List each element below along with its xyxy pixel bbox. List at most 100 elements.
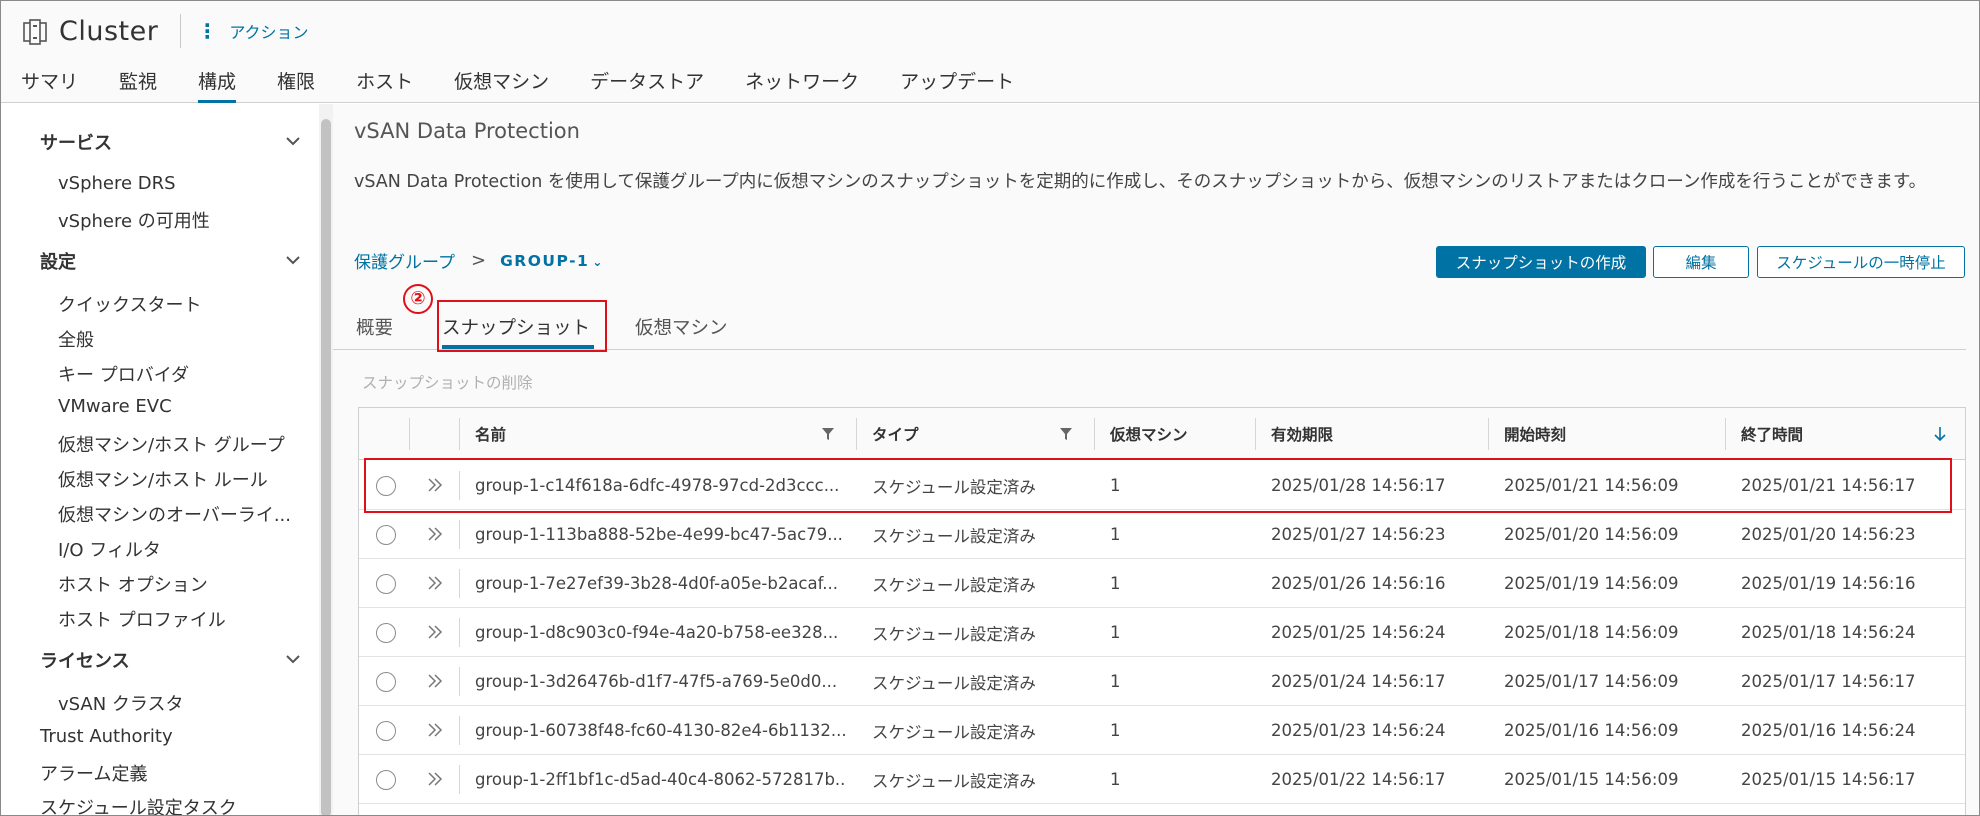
cell-end-time: 2025/01/16 14:56:24 bbox=[1741, 721, 1916, 740]
cell-start-time: 2025/01/19 14:56:09 bbox=[1504, 574, 1679, 593]
sidebar-item-vsan-cluster[interactable]: vSAN クラスタ bbox=[58, 690, 184, 716]
breadcrumb-group-dropdown[interactable]: GROUP-1 ⌄ bbox=[500, 252, 604, 270]
sidebar-item-vm-host-rules[interactable]: 仮想マシン/ホスト ルール bbox=[58, 466, 268, 492]
tab-overview[interactable]: 概要 bbox=[356, 314, 393, 340]
sidebar: サービス vSphere DRS vSphere の可用性 設定 クイックスター… bbox=[1, 104, 319, 815]
section-title: vSAN Data Protection bbox=[354, 119, 580, 143]
sidebar-item-host-options[interactable]: ホスト オプション bbox=[58, 571, 208, 597]
tab-monitor[interactable]: 監視 bbox=[119, 63, 157, 103]
double-chevron-right-icon[interactable] bbox=[426, 672, 444, 690]
double-chevron-right-icon[interactable] bbox=[426, 721, 444, 739]
row-select-radio[interactable] bbox=[376, 574, 396, 594]
kebab-icon: ⋮ bbox=[197, 19, 218, 43]
sidebar-group-settings[interactable]: 設定 bbox=[40, 248, 76, 274]
sidebar-group-license[interactable]: ライセンス bbox=[40, 647, 130, 673]
create-snapshot-button[interactable]: スナップショットの作成 bbox=[1436, 246, 1646, 278]
cell-vms: 1 bbox=[1110, 721, 1121, 740]
cell-name: group-1-3d26476b-d1f7-47f5-a769-5e0d0... bbox=[475, 672, 838, 691]
table-row[interactable]: group-1-d8c903c0-f94e-4a20-b758-ee328...… bbox=[359, 608, 1965, 657]
sidebar-item-scheduled-tasks[interactable]: スケジュール設定タスク bbox=[40, 794, 237, 815]
sidebar-item-trust-authority[interactable]: Trust Authority bbox=[40, 726, 173, 747]
row-select-radio[interactable] bbox=[376, 672, 396, 692]
sidebar-item-vm-host-groups[interactable]: 仮想マシン/ホスト グループ bbox=[58, 431, 285, 457]
table-row[interactable]: group-1-60738f48-fc60-4130-82e4-6b1132..… bbox=[359, 706, 1965, 755]
cell-end-time: 2025/01/15 14:56:17 bbox=[1741, 770, 1916, 789]
tab-hosts[interactable]: ホスト bbox=[356, 63, 413, 103]
cell-end-time: 2025/01/18 14:56:24 bbox=[1741, 623, 1916, 642]
main-content: vSAN Data Protection vSAN Data Protectio… bbox=[333, 104, 1979, 815]
edit-button[interactable]: 編集 bbox=[1653, 246, 1749, 278]
sidebar-item-vsphere-drs[interactable]: vSphere DRS bbox=[58, 173, 176, 194]
cell-expiration: 2025/01/25 14:56:24 bbox=[1271, 623, 1446, 642]
tab-configure[interactable]: 構成 bbox=[198, 63, 237, 103]
tab-summary[interactable]: サマリ bbox=[21, 63, 78, 103]
cell-type: スケジュール設定済み bbox=[872, 673, 1036, 693]
row-select-radio[interactable] bbox=[376, 525, 396, 545]
chevron-down-icon[interactable] bbox=[285, 133, 301, 149]
tab-vms[interactable]: 仮想マシン bbox=[454, 63, 549, 103]
tab-permissions[interactable]: 権限 bbox=[277, 63, 315, 103]
sidebar-item-key-provider[interactable]: キー プロバイダ bbox=[58, 361, 189, 387]
cell-end-time: 2025/01/20 14:56:23 bbox=[1741, 525, 1916, 544]
sidebar-scrollbar-thumb[interactable] bbox=[321, 119, 331, 815]
table-row[interactable]: group-1-2ff1bf1c-d5ad-40c4-8062-572817b.… bbox=[359, 755, 1965, 804]
chevron-down-icon[interactable] bbox=[285, 252, 301, 268]
column-header-end-time[interactable]: 終了時間 bbox=[1725, 408, 1925, 460]
tab-virtual-machines[interactable]: 仮想マシン bbox=[635, 314, 728, 340]
cell-start-time: 2025/01/16 14:56:09 bbox=[1504, 721, 1679, 740]
sidebar-item-vm-overrides[interactable]: 仮想マシンのオーバーライ... bbox=[58, 501, 291, 527]
sort-down-arrow-icon[interactable] bbox=[1932, 425, 1948, 443]
sidebar-item-host-profile[interactable]: ホスト プロファイル bbox=[58, 606, 226, 632]
column-header-expiration[interactable]: 有効期限 bbox=[1255, 408, 1488, 460]
double-chevron-right-icon[interactable] bbox=[426, 476, 444, 494]
sidebar-item-io-filters[interactable]: I/O フィルタ bbox=[58, 536, 161, 562]
tab-updates[interactable]: アップデート bbox=[900, 63, 1014, 103]
column-header-start-time[interactable]: 開始時刻 bbox=[1488, 408, 1725, 460]
sidebar-item-quickstart[interactable]: クイックスタート bbox=[58, 291, 201, 317]
double-chevron-right-icon[interactable] bbox=[426, 770, 444, 788]
double-chevron-right-icon[interactable] bbox=[426, 623, 444, 641]
row-select-radio[interactable] bbox=[376, 476, 396, 496]
chevron-down-icon[interactable] bbox=[285, 651, 301, 667]
sidebar-item-vmware-evc[interactable]: VMware EVC bbox=[58, 396, 172, 417]
sidebar-group-services[interactable]: サービス bbox=[40, 129, 112, 155]
chevron-right-icon: > bbox=[470, 250, 487, 271]
breadcrumb-protection-groups-link[interactable]: 保護グループ bbox=[354, 248, 455, 273]
tab-networks[interactable]: ネットワーク bbox=[745, 63, 859, 103]
sidebar-item-general[interactable]: 全般 bbox=[58, 326, 94, 352]
actions-label: アクション bbox=[229, 23, 309, 42]
cell-end-time: 2025/01/17 14:56:17 bbox=[1741, 672, 1916, 691]
sidebar-item-alarm-definitions[interactable]: アラーム定義 bbox=[40, 760, 147, 786]
table-row[interactable]: group-1-7e27ef39-3b28-4d0f-a05e-b2acaf..… bbox=[359, 559, 1965, 608]
cell-name: group-1-60738f48-fc60-4130-82e4-6b1132..… bbox=[475, 721, 845, 740]
column-header-vms[interactable]: 仮想マシン bbox=[1094, 408, 1255, 460]
cluster-icon bbox=[23, 19, 47, 45]
column-separator bbox=[459, 471, 460, 500]
pause-schedule-button[interactable]: スケジュールの一時停止 bbox=[1757, 246, 1965, 278]
main-tabs: サマリ 監視 構成 権限 ホスト 仮想マシン データストア ネットワーク アップ… bbox=[21, 63, 1055, 103]
double-chevron-right-icon[interactable] bbox=[426, 525, 444, 543]
sidebar-item-vsphere-ha[interactable]: vSphere の可用性 bbox=[58, 207, 210, 233]
actions-menu-button[interactable]: ⋮ アクション bbox=[197, 19, 308, 43]
cell-vms: 1 bbox=[1110, 574, 1121, 593]
table-row[interactable]: group-1-113ba888-52be-4e99-bc47-5ac79...… bbox=[359, 510, 1965, 559]
cell-vms: 1 bbox=[1110, 476, 1121, 495]
table-row[interactable]: group-1-c14f618a-6dfc-4978-97cd-2d3ccc..… bbox=[359, 461, 1965, 510]
active-tab-indicator bbox=[442, 345, 594, 349]
filter-icon[interactable] bbox=[1059, 427, 1073, 441]
double-chevron-right-icon[interactable] bbox=[426, 574, 444, 592]
row-select-radio[interactable] bbox=[376, 623, 396, 643]
cell-start-time: 2025/01/17 14:56:09 bbox=[1504, 672, 1679, 691]
cell-name: group-1-d8c903c0-f94e-4a20-b758-ee328... bbox=[475, 623, 839, 642]
tab-snapshots[interactable]: スナップショット bbox=[442, 314, 590, 340]
row-select-radio[interactable] bbox=[376, 770, 396, 790]
cell-type: スケジュール設定済み bbox=[872, 477, 1036, 497]
cell-name: group-1-2ff1bf1c-d5ad-40c4-8062-572817b.… bbox=[475, 770, 845, 789]
column-separator bbox=[459, 765, 460, 794]
tab-datastores[interactable]: データストア bbox=[590, 63, 704, 103]
title-divider bbox=[180, 14, 182, 48]
column-header-name[interactable]: 名前 bbox=[459, 408, 856, 460]
table-row[interactable]: group-1-3d26476b-d1f7-47f5-a769-5e0d0...… bbox=[359, 657, 1965, 706]
filter-icon[interactable] bbox=[821, 427, 835, 441]
row-select-radio[interactable] bbox=[376, 721, 396, 741]
